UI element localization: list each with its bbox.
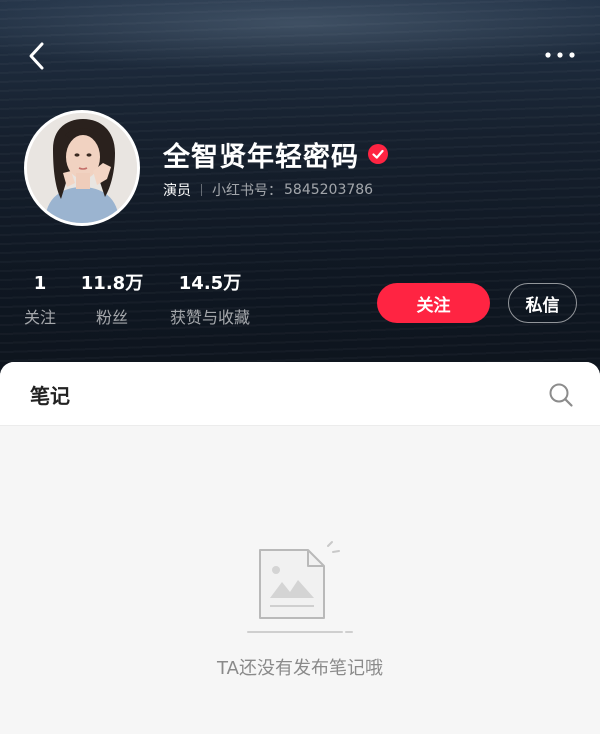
notes-sheet: 笔记 TA还没有发布笔记哦 (0, 362, 600, 734)
empty-state: TA还没有发布笔记哦 (0, 540, 600, 680)
stat-followers-value: 11.8万 (80, 273, 144, 294)
notes-tabbar: 笔记 (0, 362, 600, 426)
meta-divider (201, 184, 202, 196)
more-dots-icon (545, 52, 575, 58)
stat-followers[interactable]: 11.8万 粉丝 (80, 272, 144, 328)
tab-notes[interactable]: 笔记 (30, 380, 70, 409)
empty-document-icon (247, 541, 353, 633)
stat-likes-value: 14.5万 (178, 273, 242, 294)
stat-following[interactable]: 1 关注 (22, 272, 58, 328)
profile-name-row: 全智贤年轻密码 (163, 134, 389, 174)
chevron-left-icon (29, 42, 44, 70)
stat-following-value: 1 (33, 273, 47, 294)
empty-state-message: TA还没有发布笔记哦 (217, 658, 383, 679)
avatar[interactable] (24, 110, 140, 226)
profile-meta: 演员 小红书号： 5845203786 (163, 180, 373, 200)
back-button[interactable] (18, 36, 54, 76)
stat-following-label: 关注 (23, 308, 56, 327)
verified-badge-icon (368, 144, 388, 164)
stat-followers-label: 粉丝 (95, 308, 128, 327)
profile-role: 演员 (163, 183, 191, 199)
stat-likes-collects[interactable]: 14.5万 获赞与收藏 (164, 272, 256, 328)
follow-button[interactable]: 关注 (377, 283, 490, 323)
redbook-id-value[interactable]: 5845203786 (284, 182, 373, 198)
search-icon[interactable] (548, 382, 574, 408)
profile-name: 全智贤年轻密码 (163, 141, 359, 173)
stat-likes-label: 获赞与收藏 (169, 308, 250, 327)
more-button[interactable] (540, 40, 580, 70)
redbook-id-label: 小红书号： (212, 183, 282, 199)
avatar-portrait (27, 113, 137, 223)
message-button[interactable]: 私信 (508, 283, 577, 323)
